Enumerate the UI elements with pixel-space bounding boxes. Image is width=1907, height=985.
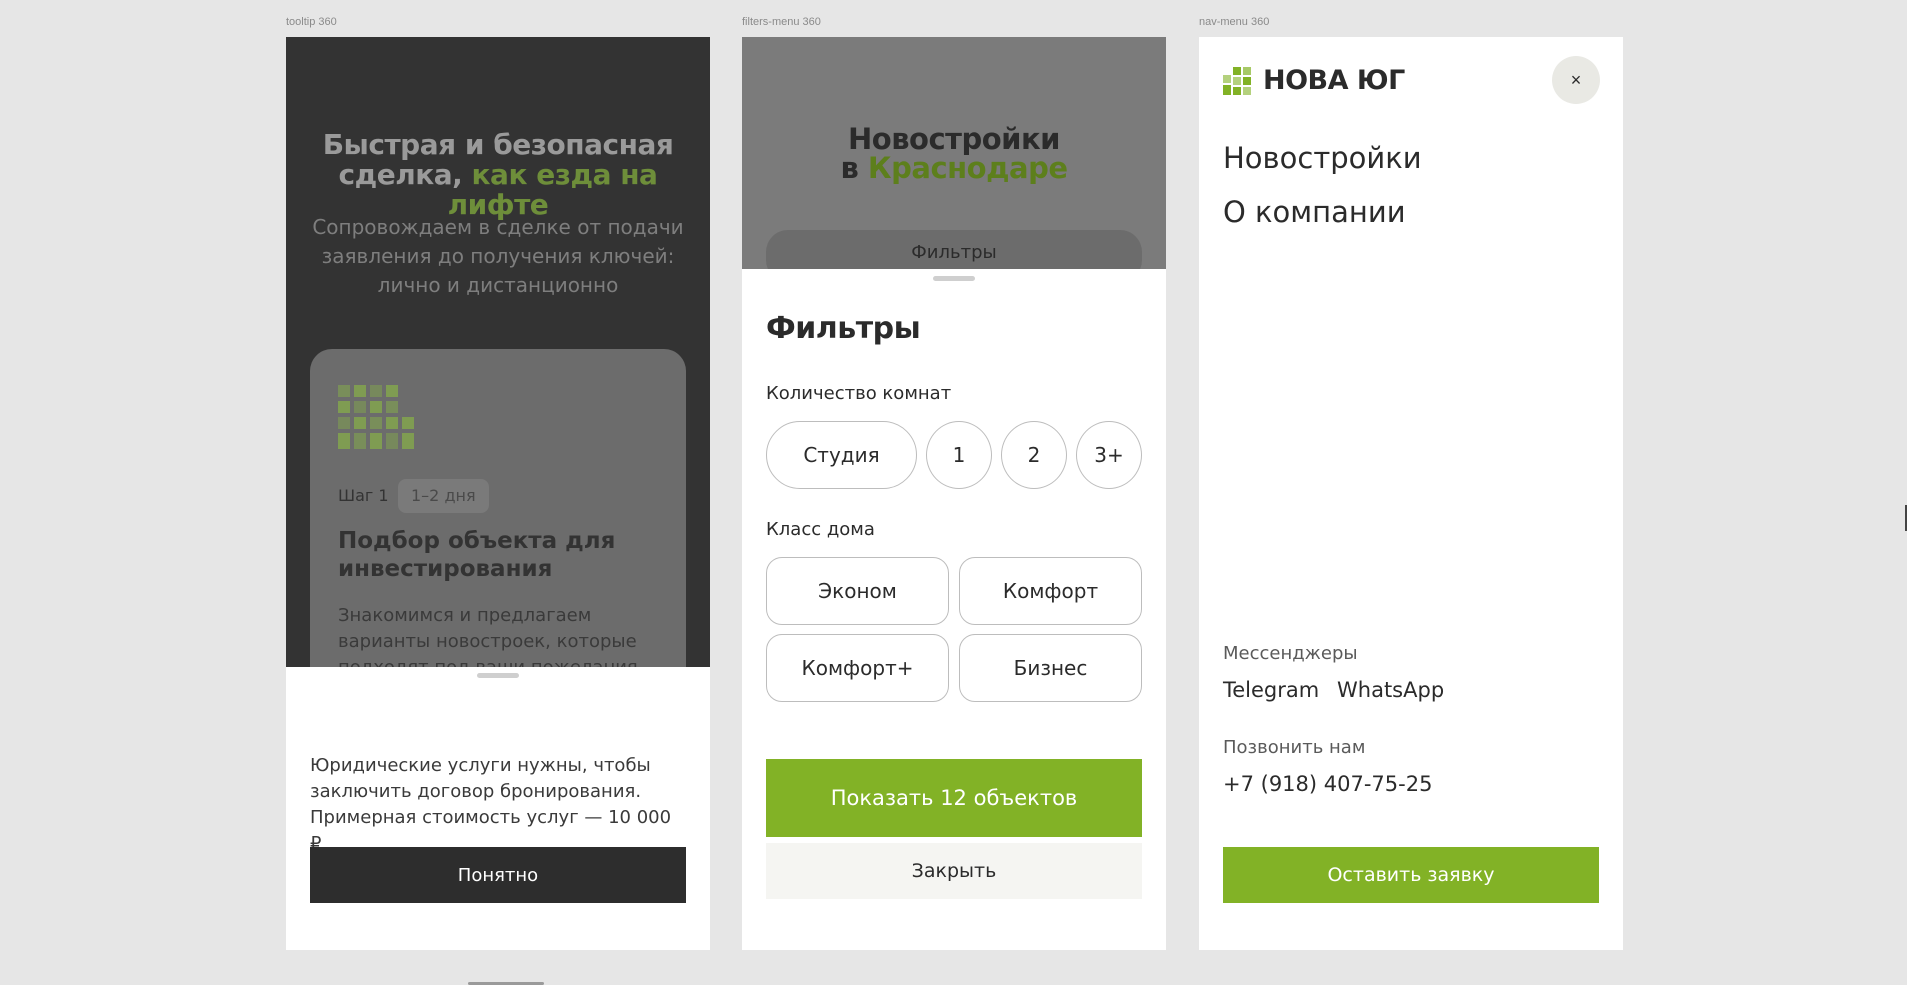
frame-label-filters: filters-menu 360 (742, 16, 821, 28)
class-chip-comfort[interactable]: Комфорт (959, 557, 1142, 625)
logo[interactable]: НОВА ЮГ (1223, 65, 1405, 96)
call-label: Позвонить нам (1223, 737, 1366, 758)
building-icon (338, 385, 414, 449)
filters-title: Фильтры (766, 311, 921, 346)
hero-title: Новостройки в Краснодаре (742, 125, 1166, 183)
messenger-telegram[interactable]: Telegram (1223, 678, 1319, 702)
class-chip-business[interactable]: Бизнес (959, 634, 1142, 702)
card-text: Знакомимся и предлагаем варианты новостр… (338, 605, 638, 667)
nav-frame: НОВА ЮГ × Новостройки О компании Мессенд… (1199, 37, 1623, 950)
room-chip-3plus[interactable]: 3+ (1076, 421, 1142, 489)
phone-link[interactable]: +7 (918) 407-75-25 (1223, 772, 1432, 796)
messenger-whatsapp[interactable]: WhatsApp (1337, 678, 1444, 702)
hero-title-accent: Краснодаре (867, 151, 1068, 185)
close-button[interactable]: Закрыть (766, 843, 1142, 899)
hero-title-line1: Быстрая и безопасная (322, 128, 674, 161)
class-chip-comfort-plus[interactable]: Комфорт+ (766, 634, 949, 702)
logo-text: НОВА ЮГ (1263, 65, 1405, 96)
rooms-label: Количество комнат (766, 383, 952, 404)
nav-link-new-buildings[interactable]: Новостройки (1223, 141, 1422, 175)
hero-title: Быстрая и безопасная сделка, как езда на… (286, 130, 710, 220)
room-chip-1[interactable]: 1 (926, 421, 992, 489)
duration-badge: 1–2 дня (398, 479, 489, 513)
ok-button[interactable]: Понятно (310, 847, 686, 903)
hero-title-plain: в (840, 151, 859, 185)
room-chip-2[interactable]: 2 (1001, 421, 1067, 489)
step-card: Шаг 1 1–2 дня Подбор объекта для инвести… (310, 349, 686, 667)
hero-title-line1: Новостройки (848, 122, 1060, 156)
tooltip-message: Юридические услуги нужны, чтобы заключит… (310, 755, 672, 854)
sheet-handle[interactable] (933, 276, 975, 281)
logo-icon (1223, 66, 1251, 95)
sheet-handle[interactable] (477, 673, 519, 678)
close-icon[interactable]: × (1552, 56, 1600, 104)
hero-title-line2: в Краснодаре (742, 154, 1166, 183)
hero-title-line2: сделка, как езда на лифте (286, 160, 710, 220)
frame-label-nav: nav-menu 360 (1199, 16, 1270, 28)
class-chip-econom[interactable]: Эконом (766, 557, 949, 625)
step-number: Шаг 1 (338, 486, 389, 505)
hero-title-accent: как езда на лифте (447, 158, 658, 221)
hero-subtitle: Сопровождаем в сделке от подачи заявлени… (312, 215, 684, 297)
frame-label-tooltip: tooltip 360 (286, 16, 337, 28)
filters-frame: Новостройки в Краснодаре Фильтры Фильтры… (742, 37, 1166, 950)
leave-request-button[interactable]: Оставить заявку (1223, 847, 1599, 903)
room-chip-studio[interactable]: Студия (766, 421, 917, 489)
dimmed-background: Быстрая и безопасная сделка, как езда на… (286, 37, 710, 667)
hero-title-plain: сделка, (338, 158, 463, 191)
nav-link-about[interactable]: О компании (1223, 195, 1406, 229)
class-label: Класс дома (766, 519, 875, 540)
filters-pill-button[interactable]: Фильтры (766, 230, 1142, 269)
messengers-label: Мессенджеры (1223, 643, 1358, 664)
show-results-button[interactable]: Показать 12 объектов (766, 759, 1142, 837)
tooltip-frame: Быстрая и безопасная сделка, как езда на… (286, 37, 710, 950)
card-title: Подбор объекта для инвестирования (338, 528, 616, 582)
dimmed-background: Новостройки в Краснодаре Фильтры (742, 37, 1166, 269)
